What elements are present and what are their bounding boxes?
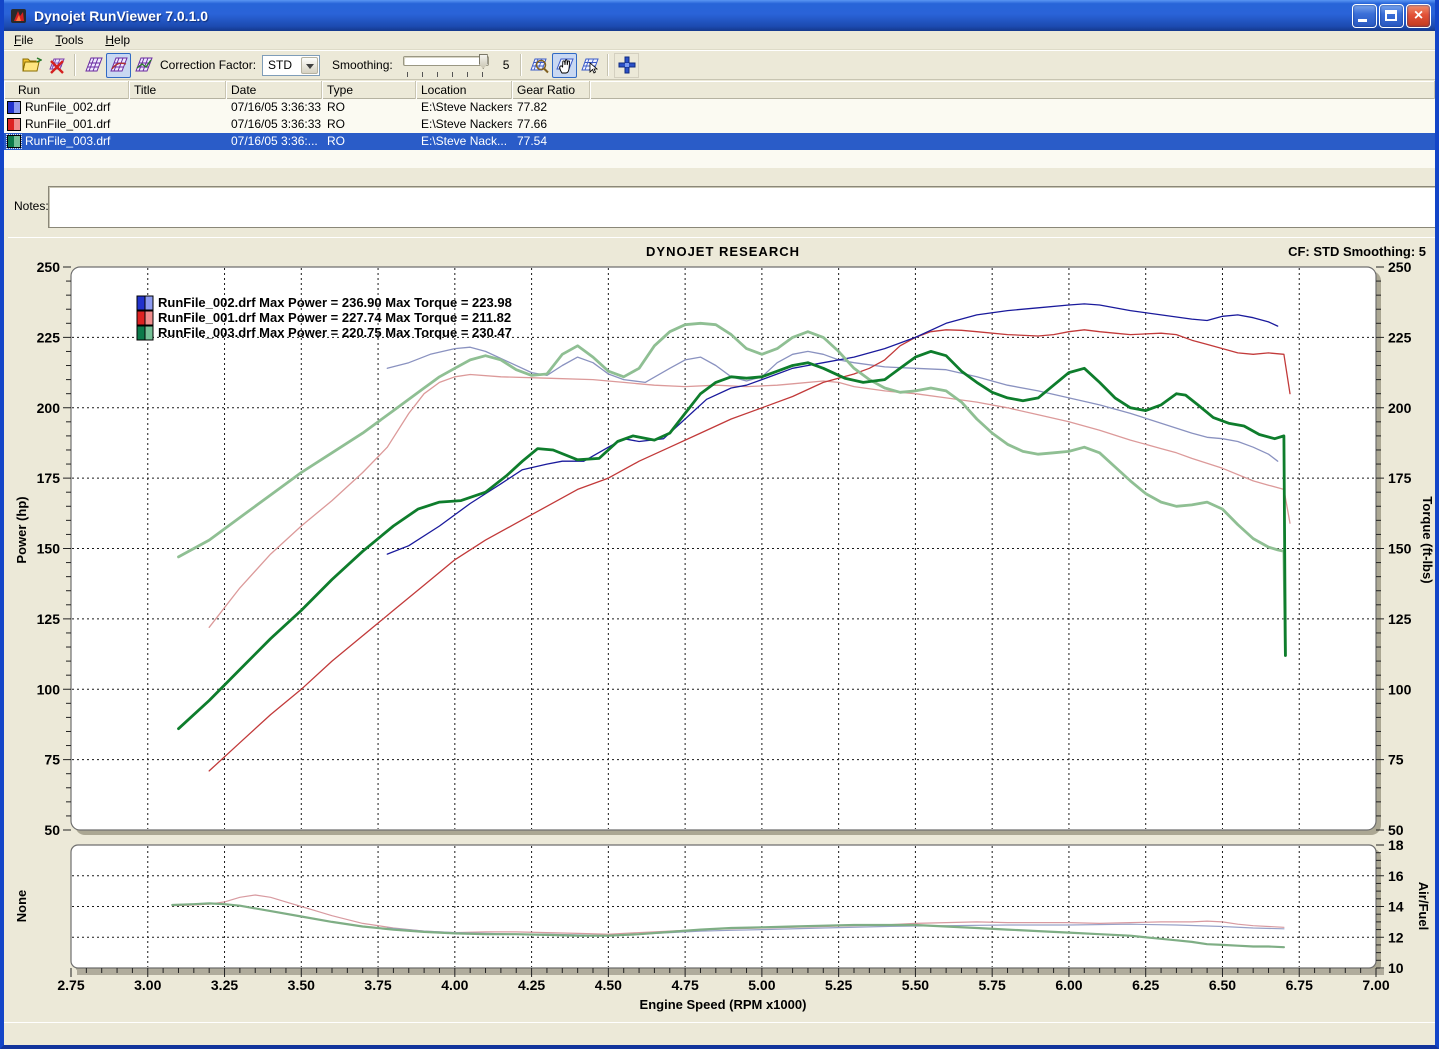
x-tick-label: 6.00 (1055, 977, 1082, 993)
x-tick-label: 5.25 (825, 977, 852, 993)
airfuel-tick-label: 10 (1388, 960, 1404, 976)
x-tick-label: 3.50 (288, 977, 315, 993)
legend-swatch-dark (137, 326, 145, 340)
legend-swatch-light (145, 326, 153, 340)
x-tick-label: 6.50 (1209, 977, 1236, 993)
torque-tick-label: 150 (1388, 541, 1412, 557)
airfuel-tick-label: 16 (1388, 868, 1404, 884)
airfuel-tick-label: 12 (1388, 929, 1404, 945)
x-tick-label: 3.25 (211, 977, 238, 993)
torque-tick-label: 175 (1388, 470, 1412, 486)
x-tick-label: 3.75 (364, 977, 391, 993)
none-axis-label: None (14, 890, 29, 923)
x-tick-label: 4.50 (595, 977, 622, 993)
power-tick-label: 250 (37, 259, 61, 275)
legend-entry: RunFile_001.drf Max Power = 227.74 Max T… (158, 310, 511, 325)
x-tick-label: 4.00 (441, 977, 468, 993)
x-axis-band (77, 969, 1384, 975)
power-tick-label: 100 (37, 681, 61, 697)
legend-entry: RunFile_003.drf Max Power = 220.75 Max T… (158, 325, 512, 340)
x-tick-label: 2.75 (57, 977, 84, 993)
power-tick-label: 175 (37, 470, 61, 486)
x-tick-label: 6.25 (1132, 977, 1159, 993)
x-tick-label: 4.75 (671, 977, 698, 993)
legend-swatch-light (145, 311, 153, 325)
torque-tick-label: 50 (1388, 822, 1404, 838)
airfuel-tick-label: 18 (1388, 837, 1404, 853)
power-tick-label: 200 (37, 400, 61, 416)
airfuel-tick-label: 14 (1388, 899, 1404, 915)
chart-title: DYNOJET RESEARCH (646, 244, 800, 259)
legend-swatch-dark (137, 296, 145, 310)
legend-entry: RunFile_002.drf Max Power = 236.90 Max T… (158, 295, 512, 310)
torque-tick-label: 100 (1388, 681, 1412, 697)
power-tick-label: 225 (37, 329, 61, 345)
x-tick-label: 5.75 (979, 977, 1006, 993)
power-tick-label: 125 (37, 611, 61, 627)
x-tick-label: 5.00 (748, 977, 775, 993)
legend-swatch-light (145, 296, 153, 310)
x-tick-label: 5.50 (902, 977, 929, 993)
power-tick-label: 150 (37, 541, 61, 557)
power-axis-label: Power (hp) (14, 496, 29, 563)
airfuel-axis-label: Air/Fuel (1416, 882, 1431, 930)
torque-tick-label: 225 (1388, 329, 1412, 345)
torque-axis-label: Torque (ft-lbs) (1420, 496, 1435, 583)
torque-tick-label: 200 (1388, 400, 1412, 416)
x-tick-label: 6.75 (1286, 977, 1313, 993)
x-tick-label: 4.25 (518, 977, 545, 993)
torque-tick-label: 125 (1388, 611, 1412, 627)
app-window: Dynojet RunViewer 7.0.1.0 × File Tools H… (0, 0, 1439, 1049)
torque-tick-label: 250 (1388, 259, 1412, 275)
power-tick-label: 75 (44, 752, 60, 768)
legend-swatch-dark (137, 311, 145, 325)
x-tick-label: 7.00 (1362, 977, 1389, 993)
power-tick-label: 50 (44, 822, 60, 838)
dyno-chart[interactable]: 2.75 3.00 3.25 3.50 3.75 4.00 4.25 4.50 4.75 5.00… (4, 0, 1439, 1049)
engine-speed-axis-label: Engine Speed (RPM x1000) (640, 997, 807, 1012)
chart-cf-smoothing-label: CF: STD Smoothing: 5 (1288, 244, 1426, 259)
x-tick-label: 3.00 (134, 977, 161, 993)
torque-tick-label: 75 (1388, 752, 1404, 768)
